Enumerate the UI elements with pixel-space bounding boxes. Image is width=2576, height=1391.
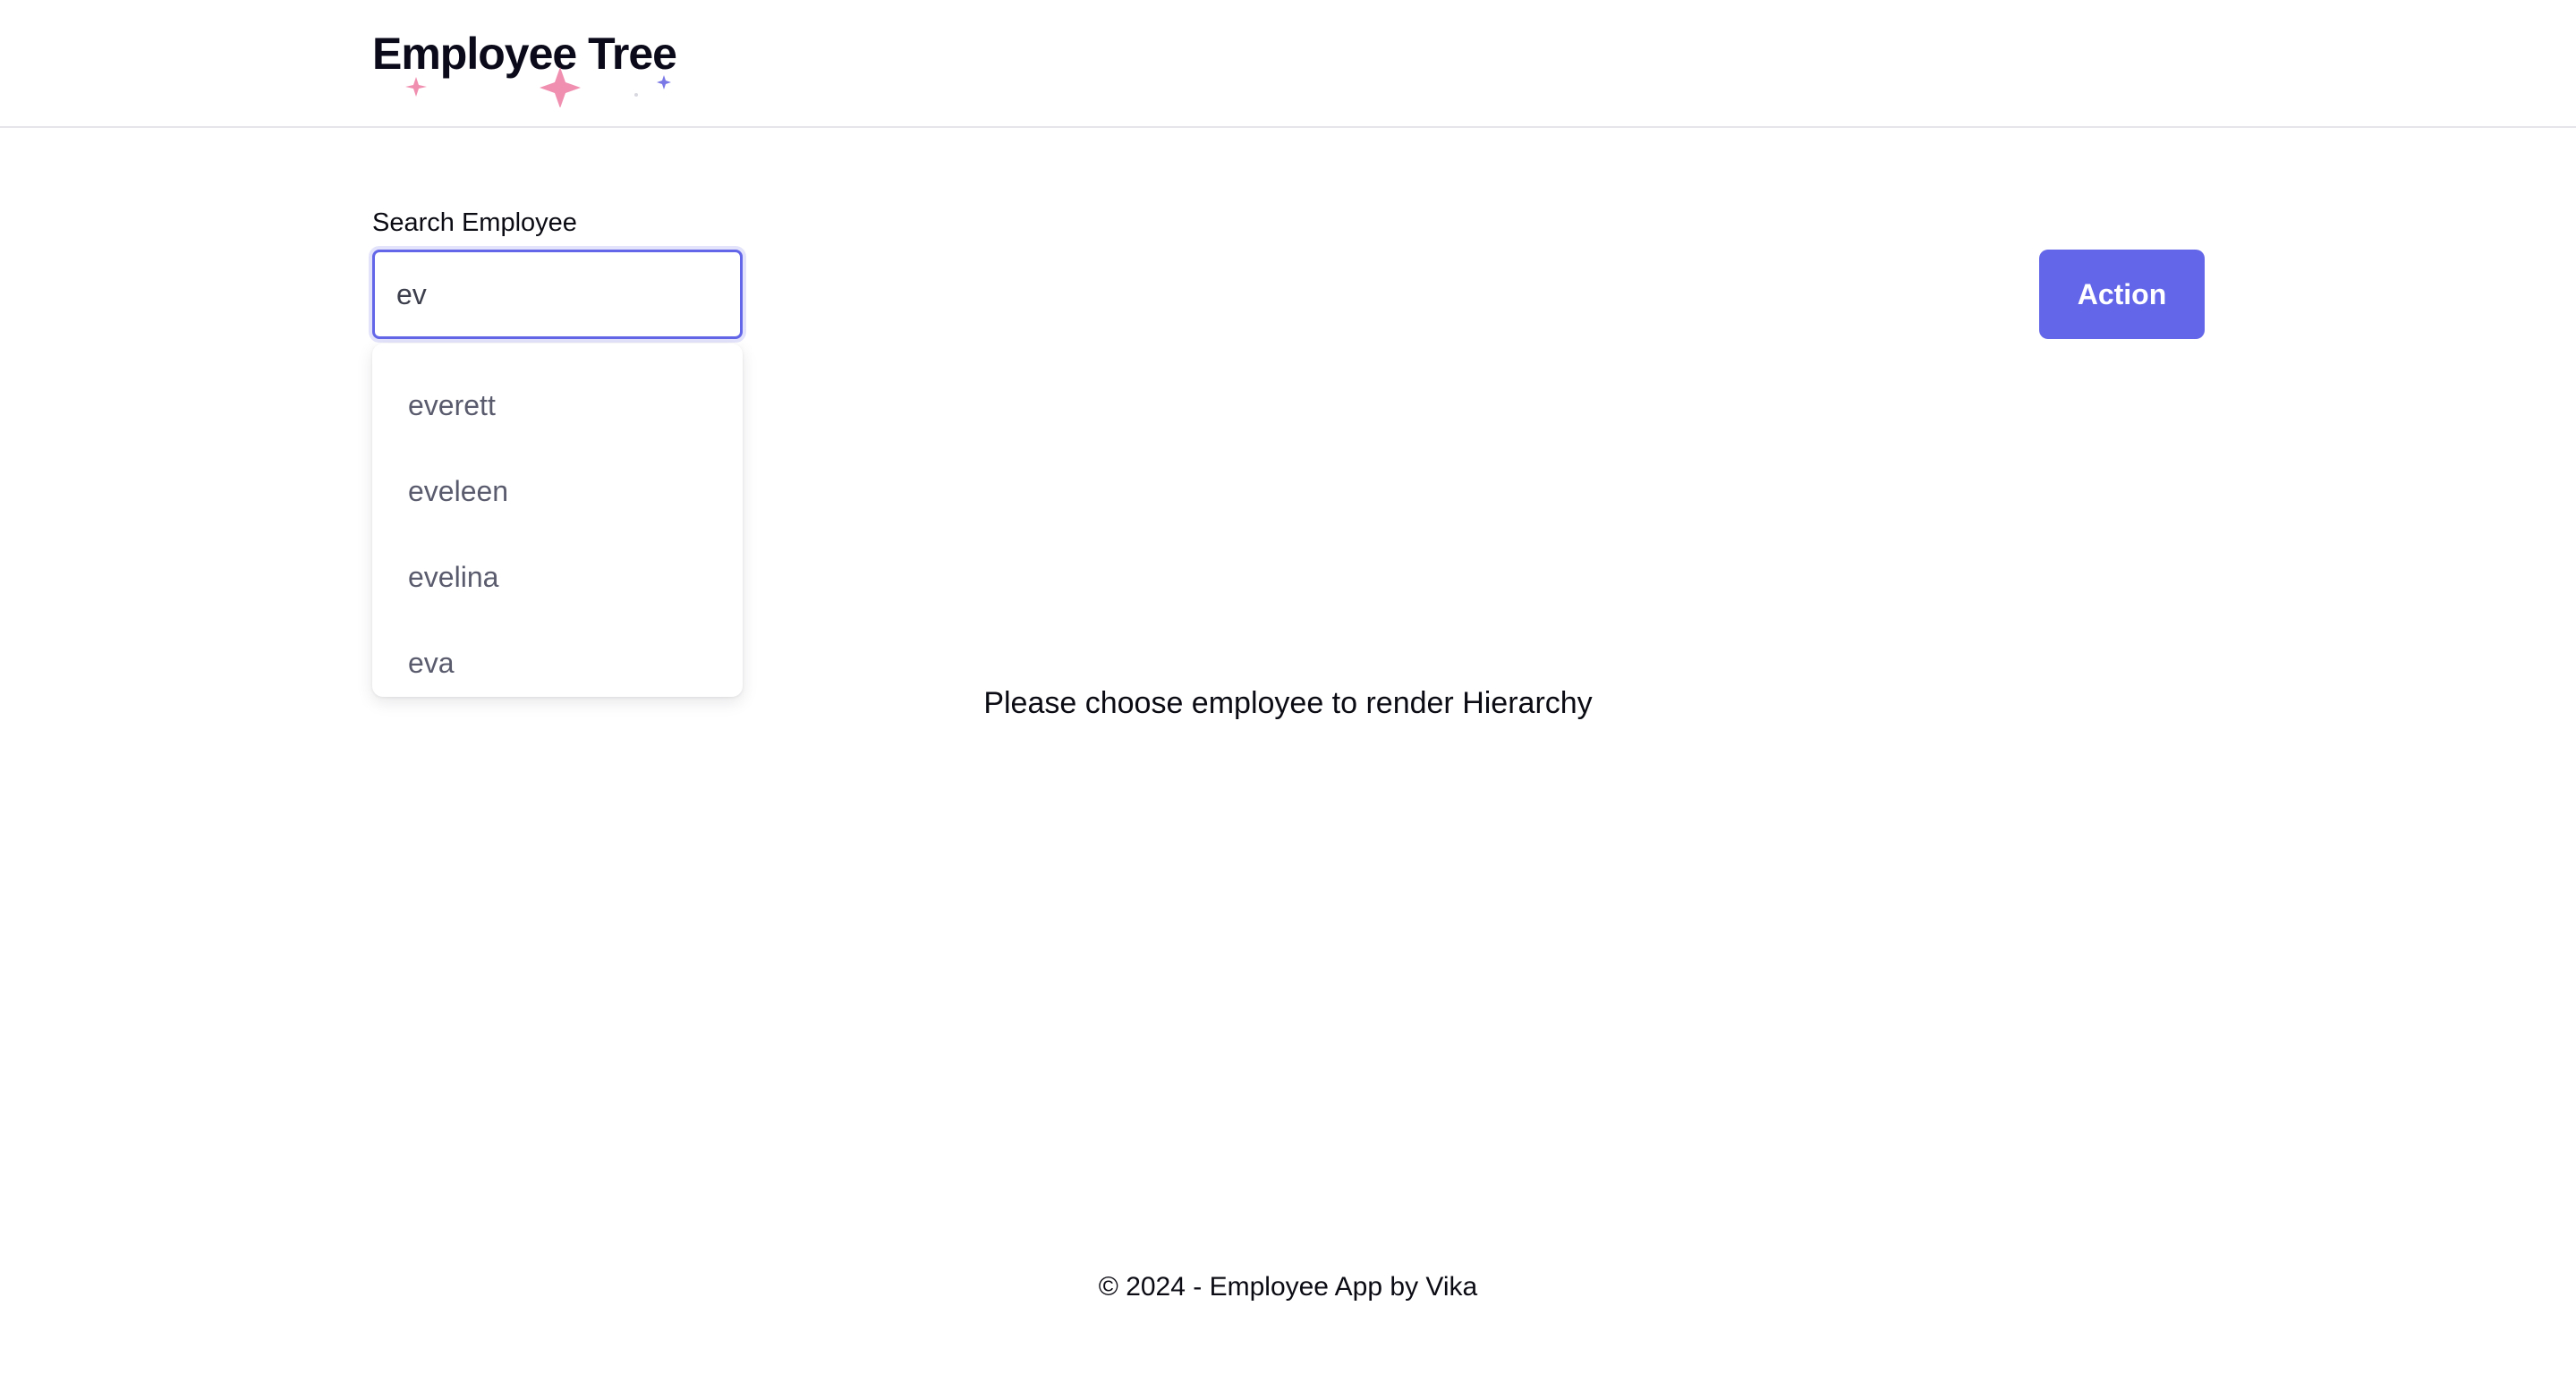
suggestions-dropdown: everett eveleen evelina eva [372,344,743,697]
suggestion-item[interactable]: evelina [372,534,743,620]
sparkle-dot-icon [634,93,638,97]
search-label: Search Employee [372,208,577,237]
action-button[interactable]: Action [2039,250,2205,339]
app-header: Employee Tree [0,0,2576,128]
logo-title: Employee Tree [372,29,677,79]
footer-text: © 2024 - Employee App by Vika [1098,1272,1478,1302]
empty-hierarchy-message: Please choose employee to render Hierarc… [983,686,1593,720]
suggestion-item[interactable]: everett [372,362,743,448]
search-input[interactable] [372,250,743,339]
logo[interactable]: Employee Tree [372,27,677,107]
suggestion-item[interactable]: eveleen [372,448,743,534]
